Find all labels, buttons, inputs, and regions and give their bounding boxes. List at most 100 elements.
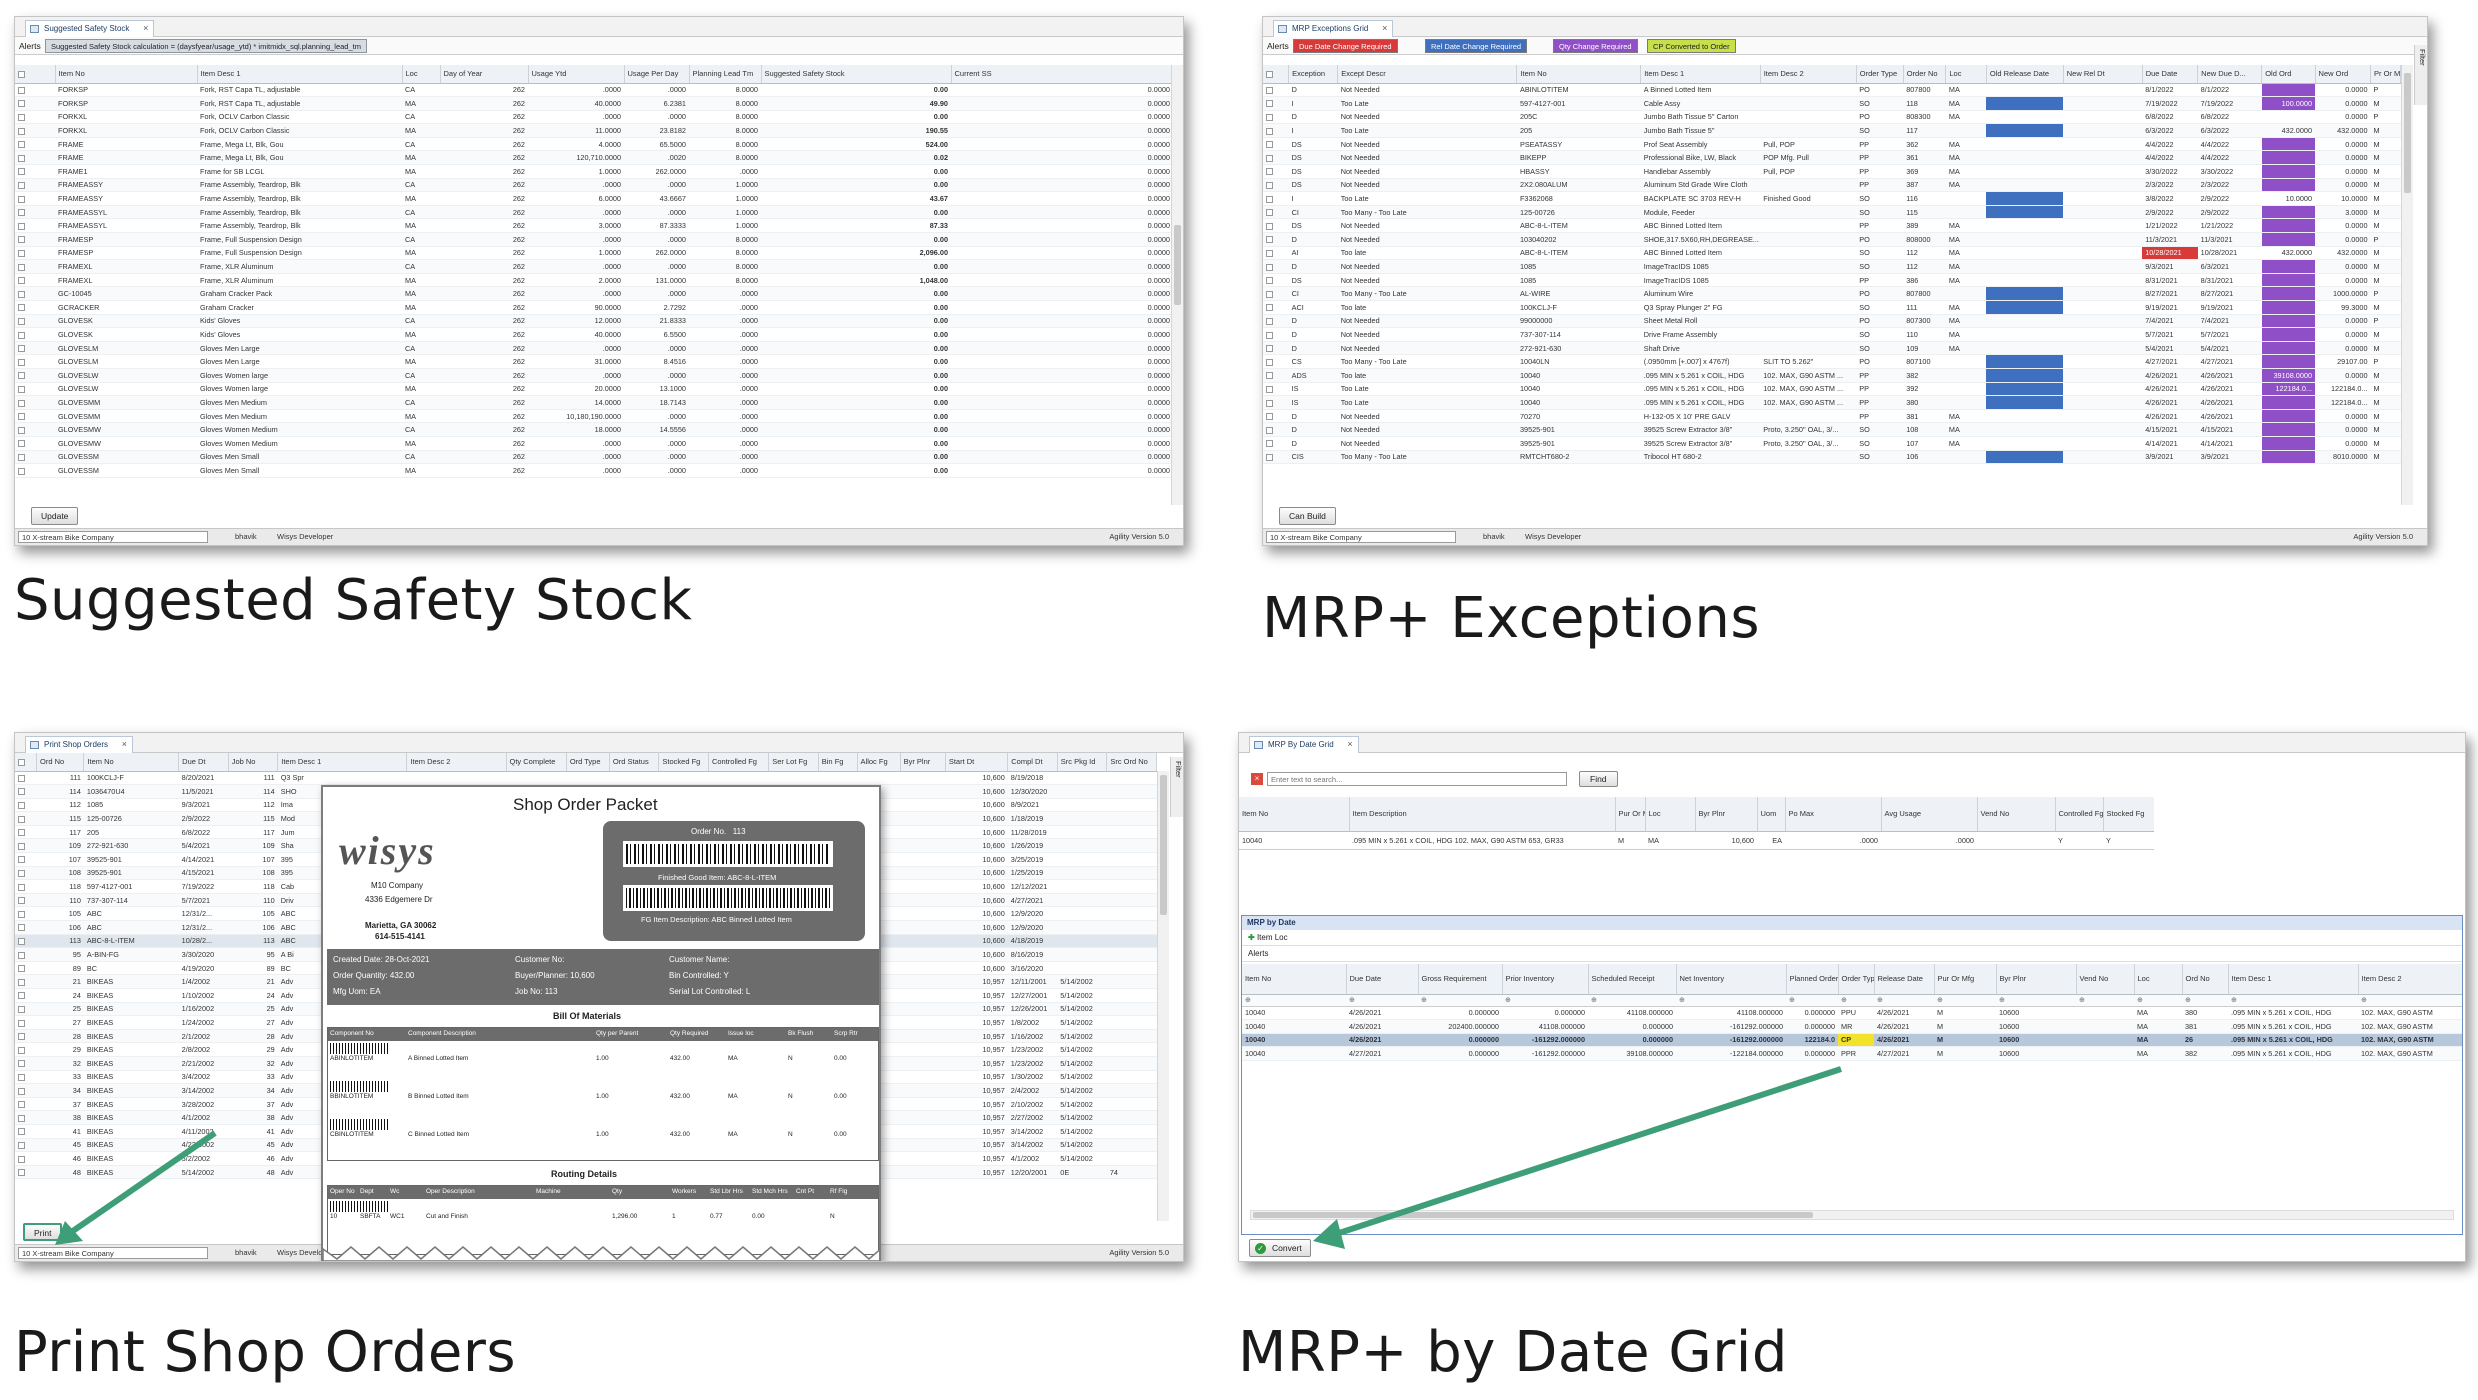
checkbox[interactable] — [18, 1169, 25, 1177]
checkbox[interactable] — [18, 938, 25, 945]
safety-col-header[interactable]: Day of Year — [440, 65, 529, 84]
table-row[interactable]: GLOVESK Kids' Gloves CA 262 12.0000 21.8333.0… — [15, 314, 1171, 329]
checkbox[interactable] — [1266, 100, 1273, 108]
checkbox[interactable] — [18, 182, 25, 190]
row-checkbox[interactable] — [1263, 395, 1289, 410]
row-checkbox[interactable] — [15, 110, 55, 125]
safety-tab[interactable]: Suggested Safety Stock × — [25, 20, 155, 37]
filter-cell[interactable]: ⊕ — [1996, 994, 2076, 1007]
table-row[interactable]: CI Too Many - Too Late AL-WIRE Aluminum Wir… — [1263, 286, 2401, 301]
table-row[interactable]: FORKSP Fork, RST Capa TL, adjustable MA 262… — [15, 96, 1171, 111]
row-checkbox[interactable] — [1263, 150, 1289, 166]
date-col-header[interactable]: Release Date — [1874, 964, 1935, 995]
row-checkbox[interactable] — [15, 463, 55, 478]
print-col-header[interactable]: Src Ord No — [1106, 753, 1157, 772]
exceptions-col-header[interactable]: Loc — [1945, 65, 1987, 84]
row-checkbox[interactable] — [15, 218, 55, 234]
row-checkbox[interactable] — [1263, 246, 1289, 261]
table-row[interactable]: D Not Needed 103040202 SHOE,317.5X60,RH,DEG… — [1263, 232, 2401, 247]
row-checkbox[interactable] — [15, 300, 55, 315]
close-icon[interactable]: × — [1347, 739, 1352, 749]
table-row[interactable]: FRAMEXL Frame, XLR Aluminum MA 262 2.0000 131… — [15, 273, 1171, 288]
row-checkbox[interactable] — [1263, 300, 1289, 315]
row-checkbox[interactable] — [15, 422, 55, 437]
table-row[interactable]: GLOVESLW Gloves Women large CA 262.0000.000… — [15, 368, 1171, 383]
checkbox[interactable] — [18, 86, 25, 94]
table-row[interactable]: I Too Late F3362068 BACKPLATE SC 3703 REV-H… — [1263, 191, 2401, 206]
table-row[interactable]: FRAMEXL Frame, XLR Aluminum CA 262.0000.000… — [15, 259, 1171, 274]
row-checkbox[interactable] — [15, 123, 55, 138]
select-all-checkbox[interactable] — [1263, 65, 1290, 84]
exceptions-col-header[interactable]: New Due D... — [2197, 65, 2263, 84]
table-row[interactable]: 111 100KCLJ-F 8/20/2021 111 Q3 Spr 10,600 8/19… — [15, 771, 1157, 786]
checkbox[interactable] — [18, 399, 25, 407]
table-row[interactable]: FRAME1 Frame for SB LCGL MA 262 1.0000 262.00… — [15, 164, 1171, 179]
table-row[interactable]: IS Too Late 10040.095 MIN x 5.261 x COIL, … — [1263, 382, 2401, 397]
row-checkbox[interactable] — [15, 246, 55, 261]
date-col-header[interactable]: Item Desc 1 — [2228, 964, 2359, 995]
table-row[interactable]: FRAMEASSY Frame Assembly, Teardrop, Blk CA… — [15, 178, 1171, 193]
company-select[interactable]: 10 X-stream Bike Company — [1266, 531, 1456, 543]
table-row[interactable]: GLOVESLM Gloves Men Large MA 262 31.0000 8.45… — [15, 354, 1171, 369]
checkbox[interactable] — [18, 1033, 25, 1041]
print-col-header[interactable]: Start Dt — [945, 753, 1009, 772]
row-checkbox[interactable] — [1263, 232, 1289, 247]
close-icon[interactable]: × — [122, 739, 127, 749]
row-checkbox[interactable] — [15, 450, 55, 465]
row-checkbox[interactable] — [15, 137, 55, 152]
filter-cell[interactable]: ⊕ — [1346, 994, 1418, 1007]
print-col-header[interactable]: Qty Complete — [506, 753, 567, 772]
filter-cell[interactable]: ⊕ — [1874, 994, 1934, 1007]
row-checkbox[interactable] — [15, 974, 37, 989]
checkbox[interactable] — [18, 263, 25, 271]
checkbox[interactable] — [18, 1155, 25, 1163]
date-col-header[interactable]: Loc — [2134, 964, 2183, 995]
checkbox[interactable] — [1266, 222, 1273, 230]
row-checkbox[interactable] — [15, 314, 55, 329]
search-input[interactable] — [1267, 772, 1567, 786]
checkbox[interactable] — [1266, 209, 1273, 217]
checkbox[interactable] — [1266, 114, 1273, 122]
checkbox[interactable] — [1266, 331, 1273, 339]
row-checkbox[interactable] — [1263, 422, 1289, 437]
row-checkbox[interactable] — [1263, 205, 1289, 220]
checkbox[interactable] — [18, 467, 25, 475]
table-row[interactable]: FORKSP Fork, RST Capa TL, adjustable CA 262… — [15, 83, 1171, 98]
row-checkbox[interactable] — [15, 382, 55, 397]
row-checkbox[interactable] — [1263, 191, 1289, 206]
date-col-header[interactable]: Item No — [1242, 964, 1347, 995]
table-row[interactable]: D Not Needed 39525-901 39525 Screw Extracto… — [1263, 436, 2401, 451]
row-checkbox[interactable] — [15, 1042, 37, 1057]
checkbox[interactable] — [1266, 236, 1273, 244]
row-checkbox[interactable] — [15, 961, 37, 976]
table-row[interactable]: FORKXL Fork, OCLV Carbon Classic CA 262.000… — [15, 110, 1171, 125]
table-row[interactable]: 10040 4/26/2021 0.000000 -161292.000000 0.00… — [1242, 1033, 2462, 1048]
row-checkbox[interactable] — [15, 1056, 37, 1071]
table-row[interactable]: D Not Needed 39525-901 39525 Screw Extracto… — [1263, 422, 2401, 437]
checkbox[interactable] — [18, 842, 25, 850]
exceptions-col-header[interactable]: Item Desc 2 — [1760, 65, 1857, 84]
table-row[interactable]: D Not Needed 1085 ImageTracIDS 1085 SO 112 MA 9… — [1263, 259, 2401, 274]
table-row[interactable]: GLOVESMM Gloves Men Medium MA 262 10,180,190… — [15, 409, 1171, 424]
find-button[interactable]: Find — [1579, 771, 1618, 787]
chip-due-date[interactable]: Due Date Change Required — [1293, 39, 1398, 53]
row-checkbox[interactable] — [1263, 110, 1289, 125]
checkbox[interactable] — [18, 965, 25, 973]
row-checkbox[interactable] — [15, 920, 37, 935]
item-col-header[interactable]: Uom — [1757, 797, 1786, 832]
can-build-button[interactable]: Can Build — [1279, 507, 1336, 525]
row-checkbox[interactable] — [1263, 436, 1289, 451]
date-col-header[interactable]: Order Type — [1838, 964, 1875, 995]
checkbox[interactable] — [18, 100, 25, 108]
checkbox[interactable] — [18, 978, 25, 986]
item-col-header[interactable]: Controlled Fg — [2055, 797, 2104, 832]
filter-side-tab[interactable]: Filter — [2414, 45, 2427, 105]
checkbox[interactable] — [18, 154, 25, 162]
table-row[interactable]: D Not Needed 70270 H-132-05 X 10' PRE GALV P… — [1263, 409, 2401, 424]
checkbox[interactable] — [18, 992, 25, 1000]
safety-col-header[interactable]: Suggested Safety Stock — [761, 65, 952, 84]
row-checkbox[interactable] — [15, 1083, 37, 1098]
exceptions-col-header[interactable]: New Ord — [2315, 65, 2372, 84]
checkbox[interactable] — [1266, 290, 1273, 298]
safety-col-header[interactable]: Usage Per Day — [624, 65, 690, 84]
